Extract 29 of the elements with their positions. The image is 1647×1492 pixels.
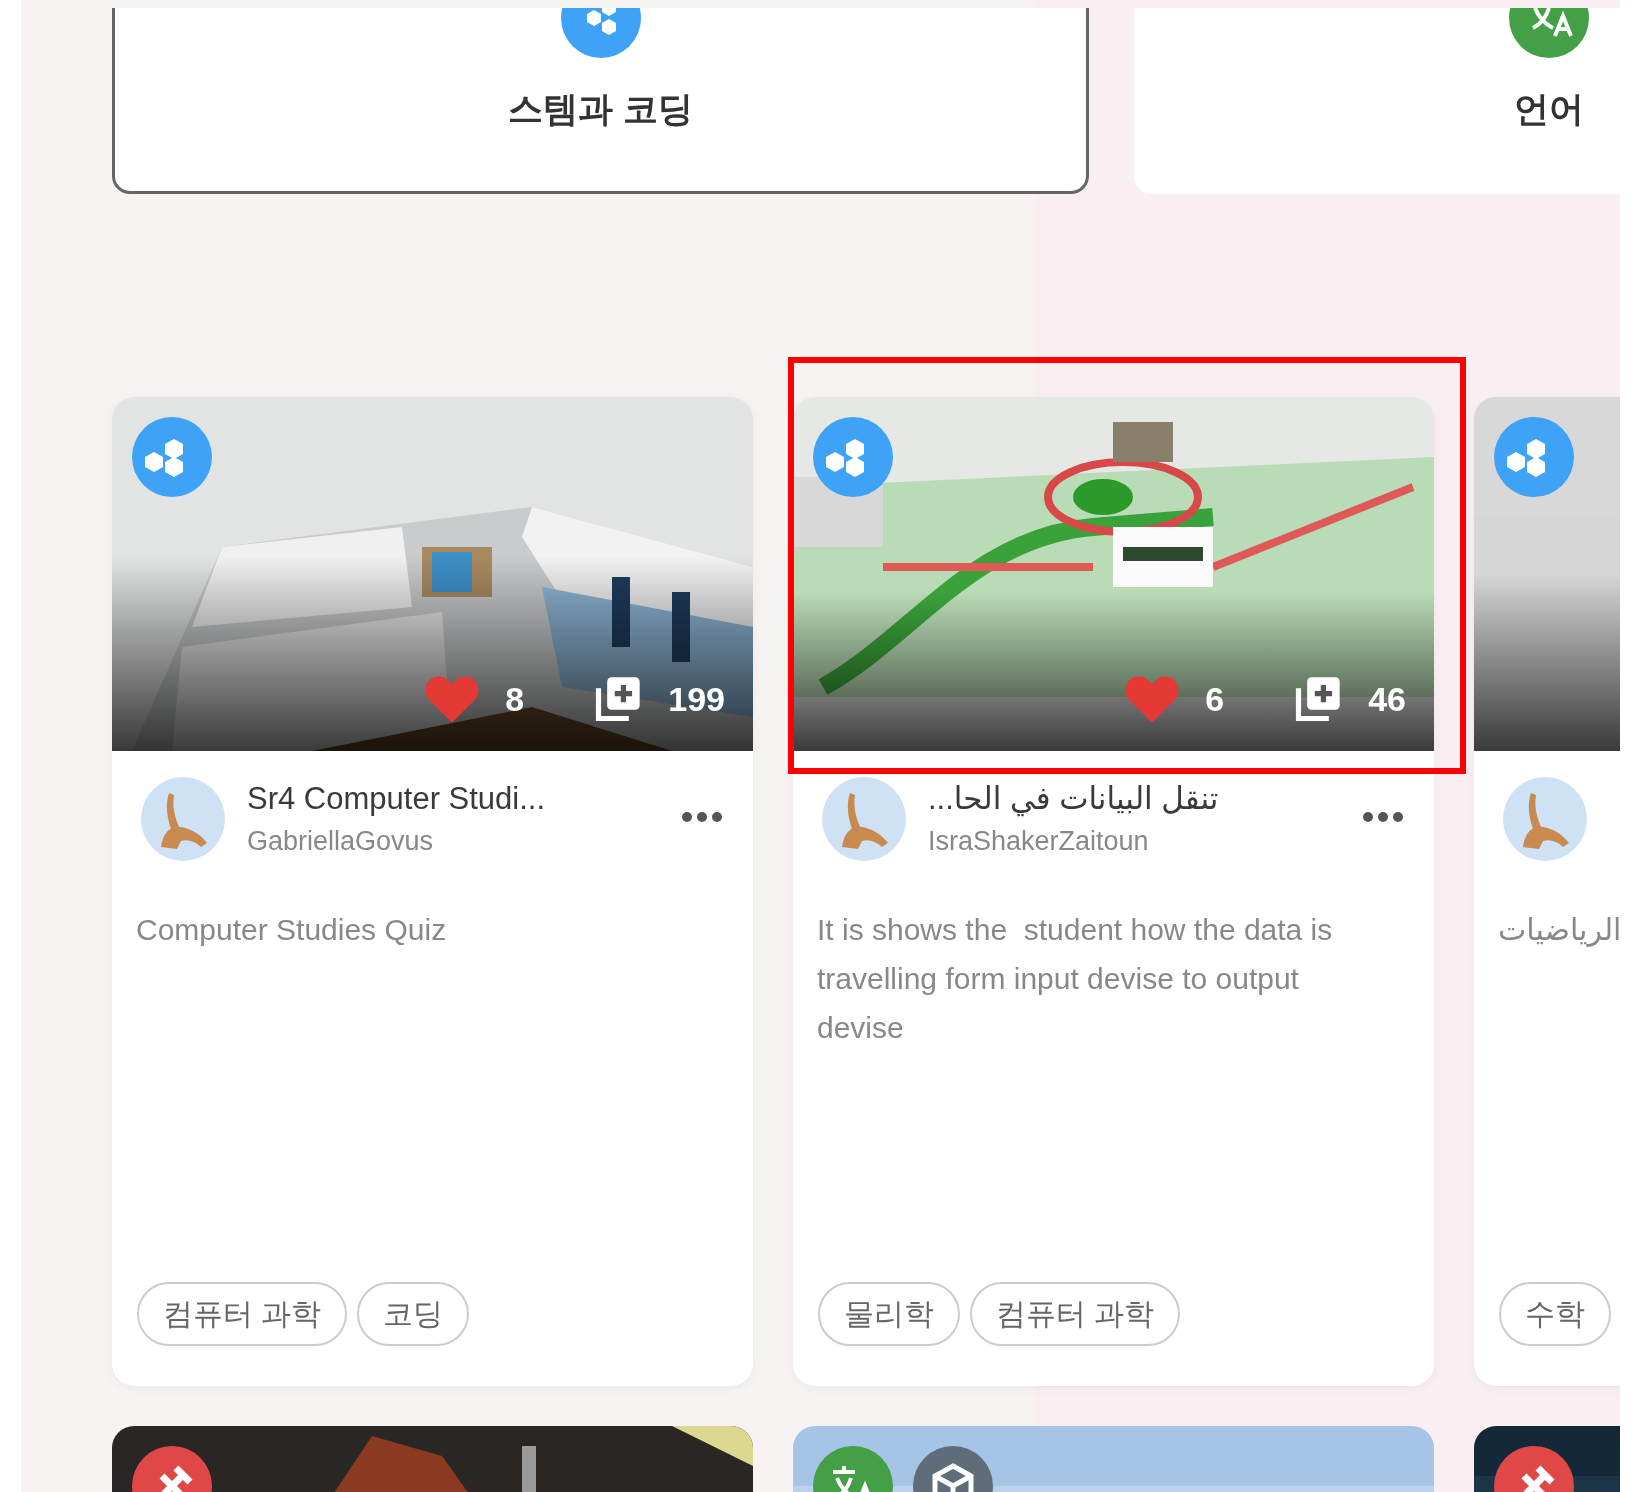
category-card[interactable]: 스템과 코딩 <box>112 8 1089 194</box>
tag-chip[interactable]: 컴퓨터 과학 <box>137 1282 348 1346</box>
category-label: 언어 <box>1514 88 1584 130</box>
hexagons-icon <box>132 417 212 497</box>
more-icon[interactable] <box>1362 811 1404 823</box>
tag-chip[interactable]: 컴퓨터 과학 <box>970 1282 1181 1346</box>
activity-card[interactable]: 8 199 Sr4 Computer Studi... GabriellaGovus Computer Studies Quiz 컴퓨터 과학 코딩 <box>112 397 753 1386</box>
avatar-icon <box>822 777 906 861</box>
avatar-icon <box>141 777 225 861</box>
card-description: It is shows the student how the data is travelling form input devise to output devise <box>816 912 1334 1046</box>
like-count: 8 <box>505 679 525 719</box>
tag-chip[interactable]: 물리학 <box>818 1282 960 1346</box>
like-count: 6 <box>1205 679 1225 719</box>
copy-count: 46 <box>1368 679 1406 719</box>
card-title[interactable]: Sr4 Computer Studi... <box>247 777 681 821</box>
tag-chip[interactable]: 코딩 <box>357 1282 470 1346</box>
more-icon[interactable] <box>681 811 723 823</box>
author-name[interactable]: GabriellaGovus <box>247 821 681 861</box>
author-name[interactable]: IsraShakerZaitoun <box>928 821 1362 861</box>
hexagons-icon <box>1494 417 1574 497</box>
avatar-icon <box>1503 777 1587 861</box>
copy-count: 199 <box>668 679 725 719</box>
card-description: Computer Studies Quiz <box>135 912 448 948</box>
card-title[interactable]: تنقل البيانات في الحا... <box>928 777 1362 821</box>
tag-chip[interactable]: 수학 <box>1499 1282 1611 1346</box>
category-card[interactable]: 언어 <box>1134 8 1620 194</box>
hexagons-icon <box>813 417 893 497</box>
card-description: الرياضيات <box>1497 912 1620 949</box>
category-label: 스템과 코딩 <box>508 88 693 130</box>
